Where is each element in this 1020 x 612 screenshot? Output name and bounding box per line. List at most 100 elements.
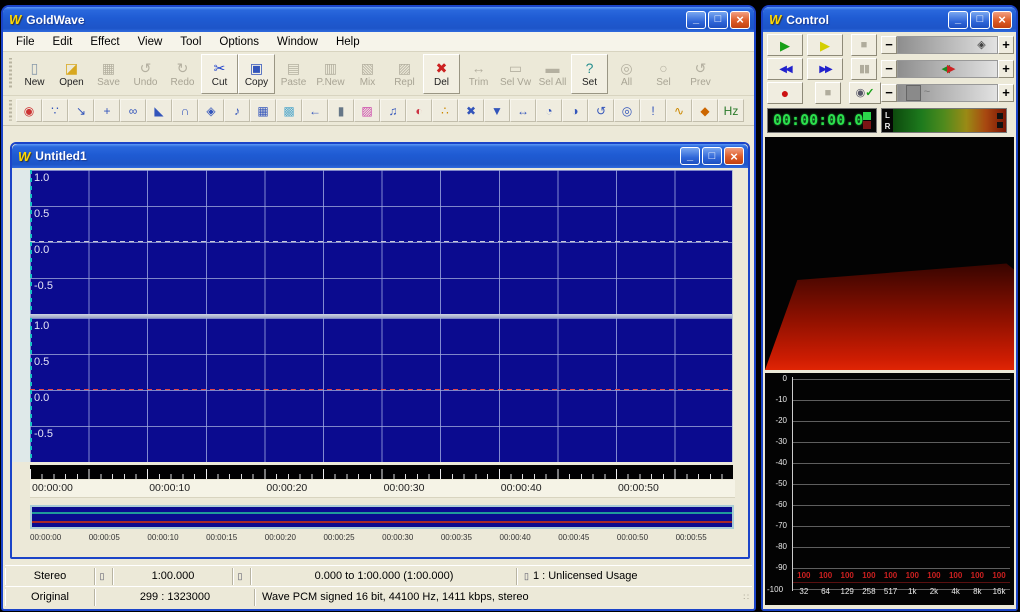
balance-plus-button[interactable]: +: [998, 60, 1014, 78]
toolbar-button[interactable]: ▯ New: [16, 54, 53, 94]
menu-item[interactable]: Tool: [171, 34, 210, 50]
effect-icon[interactable]: ∩: [172, 99, 198, 122]
effect-icon[interactable]: ◎: [614, 99, 640, 122]
balance-thumb-icon[interactable]: ◀▶: [942, 62, 953, 75]
toolbar-button[interactable]: ✂ Cut: [201, 54, 238, 94]
menu-item[interactable]: Effect: [81, 34, 128, 50]
stop-button-top[interactable]: ■: [851, 34, 877, 56]
rewind-button[interactable]: ◀◀: [767, 58, 803, 80]
toolbar-button[interactable]: ▧ Mix: [349, 54, 386, 94]
toolbar-button[interactable]: ▬ Sel All: [534, 54, 571, 94]
effect-icon[interactable]: ↔: [510, 99, 536, 122]
minimize-button[interactable]: _: [680, 147, 700, 165]
maximize-button[interactable]: □: [708, 11, 728, 29]
toolbar-button[interactable]: ◎ All: [608, 54, 645, 94]
toolbar-button[interactable]: ▨ Repl: [386, 54, 423, 94]
effect-icon[interactable]: ♪: [224, 99, 250, 122]
toolbar-button[interactable]: ↺ Undo: [127, 54, 164, 94]
waveform-channel-left[interactable]: 1.00.50.0-0.5: [30, 170, 732, 314]
effect-icon[interactable]: ▦: [250, 99, 276, 122]
effect-icon[interactable]: ◣: [146, 99, 172, 122]
effect-icon[interactable]: ↺: [588, 99, 614, 122]
close-button[interactable]: ×: [724, 147, 744, 165]
visual-display[interactable]: [765, 137, 1014, 370]
effect-icon[interactable]: ∿: [666, 99, 692, 122]
effect-icon[interactable]: Hz: [718, 99, 744, 122]
toolbar-grip[interactable]: [7, 58, 14, 88]
speed-minus-button[interactable]: −: [881, 84, 897, 102]
close-button[interactable]: ×: [992, 11, 1012, 29]
effect-icon[interactable]: +: [94, 99, 120, 122]
effect-icon[interactable]: ◆: [692, 99, 718, 122]
toolbar-button[interactable]: ✖ Del: [423, 54, 460, 94]
close-button[interactable]: ×: [730, 11, 750, 29]
toolbar-button[interactable]: ◪ Open: [53, 54, 90, 94]
minimize-button[interactable]: _: [686, 11, 706, 29]
volume-minus-button[interactable]: −: [881, 36, 897, 54]
effect-icon[interactable]: ✖: [458, 99, 484, 122]
effect-icon[interactable]: ∴: [432, 99, 458, 122]
effect-icon[interactable]: ◈: [198, 99, 224, 122]
menu-item[interactable]: Options: [210, 34, 268, 50]
sound-window-titlebar[interactable]: W Untitled1 _ □ ×: [12, 144, 748, 168]
balance-minus-button[interactable]: −: [881, 60, 897, 78]
play-selection-button[interactable]: ▶: [807, 34, 843, 56]
effect-icon[interactable]: ▩: [276, 99, 302, 122]
toolbar-button[interactable]: ▭ Sel Vw: [497, 54, 534, 94]
effect-icon[interactable]: ◑: [562, 99, 588, 122]
effect-icon[interactable]: ◔: [536, 99, 562, 122]
effect-icon[interactable]: ▨: [354, 99, 380, 122]
balance-slider[interactable]: ◀▶: [897, 60, 998, 78]
menu-item[interactable]: File: [7, 34, 44, 50]
toolbar-button[interactable]: ? Set: [571, 54, 608, 94]
status-icon: ▯: [233, 568, 251, 585]
overview-bar[interactable]: [30, 505, 734, 529]
maximize-button[interactable]: □: [702, 147, 722, 165]
main-titlebar[interactable]: W GoldWave _ □ ×: [3, 7, 754, 32]
minimize-button[interactable]: _: [948, 11, 968, 29]
volume-plus-button[interactable]: +: [998, 36, 1014, 54]
spectrum-analyzer[interactable]: 0-10-20-30-40-50-60-70-80-90 10010010010…: [765, 373, 1014, 605]
maximize-button[interactable]: □: [970, 11, 990, 29]
speed-plus-button[interactable]: +: [998, 84, 1014, 102]
toolbar-button[interactable]: ↻ Redo: [164, 54, 201, 94]
toolbar-grip[interactable]: [7, 100, 14, 120]
record-mode-button[interactable]: ◉✓: [849, 82, 881, 104]
effect-icon[interactable]: ←: [302, 99, 328, 122]
resize-grip[interactable]: ∷: [743, 592, 750, 603]
control-titlebar[interactable]: W Control _ □ ×: [763, 7, 1016, 32]
record-mode-icon: ◉: [856, 87, 866, 99]
effect-icon[interactable]: ◉: [16, 99, 42, 122]
menu-item[interactable]: Edit: [44, 34, 82, 50]
toolbar-button[interactable]: ↺ Prev: [682, 54, 719, 94]
effect-icon[interactable]: ∞: [120, 99, 146, 122]
effect-icon[interactable]: ∵: [42, 99, 68, 122]
effect-icon[interactable]: ♫: [380, 99, 406, 122]
pause-button[interactable]: ▮▮: [851, 58, 877, 80]
toolbar-button[interactable]: ↔ Trim: [460, 54, 497, 94]
toolbar-button[interactable]: ○ Sel: [645, 54, 682, 94]
play-button[interactable]: ▶: [767, 34, 803, 56]
waveform-display[interactable]: 1.00.50.0-0.5 1.00.50.0-0.5: [30, 170, 733, 462]
toolbar-button[interactable]: ▤ Paste: [275, 54, 312, 94]
menu-item[interactable]: View: [129, 34, 172, 50]
volume-slider[interactable]: ◈: [897, 36, 998, 54]
toolbar-button[interactable]: ▥ P.New: [312, 54, 349, 94]
menu-item[interactable]: Window: [268, 34, 327, 50]
effect-icon[interactable]: ↘: [68, 99, 94, 122]
effect-icon[interactable]: ▮: [328, 99, 354, 122]
toolbar-button[interactable]: ▣ Copy: [238, 54, 275, 94]
toolbar-button[interactable]: ▦ Save: [90, 54, 127, 94]
fast-forward-button[interactable]: ▶▶: [807, 58, 843, 80]
effect-icon[interactable]: ▼: [484, 99, 510, 122]
status-icon: ▯: [95, 568, 113, 585]
menu-item[interactable]: Help: [327, 34, 369, 50]
speed-thumb[interactable]: [906, 85, 921, 101]
waveform-channel-right[interactable]: 1.00.50.0-0.5: [30, 318, 732, 462]
stop-button-bottom[interactable]: ■: [815, 82, 841, 104]
effect-icon[interactable]: ◐: [406, 99, 432, 122]
speed-slider[interactable]: ~: [897, 84, 998, 102]
volume-thumb-icon[interactable]: ◈: [977, 38, 985, 51]
effect-icon[interactable]: !: [640, 99, 666, 122]
record-button[interactable]: ●: [767, 82, 803, 104]
